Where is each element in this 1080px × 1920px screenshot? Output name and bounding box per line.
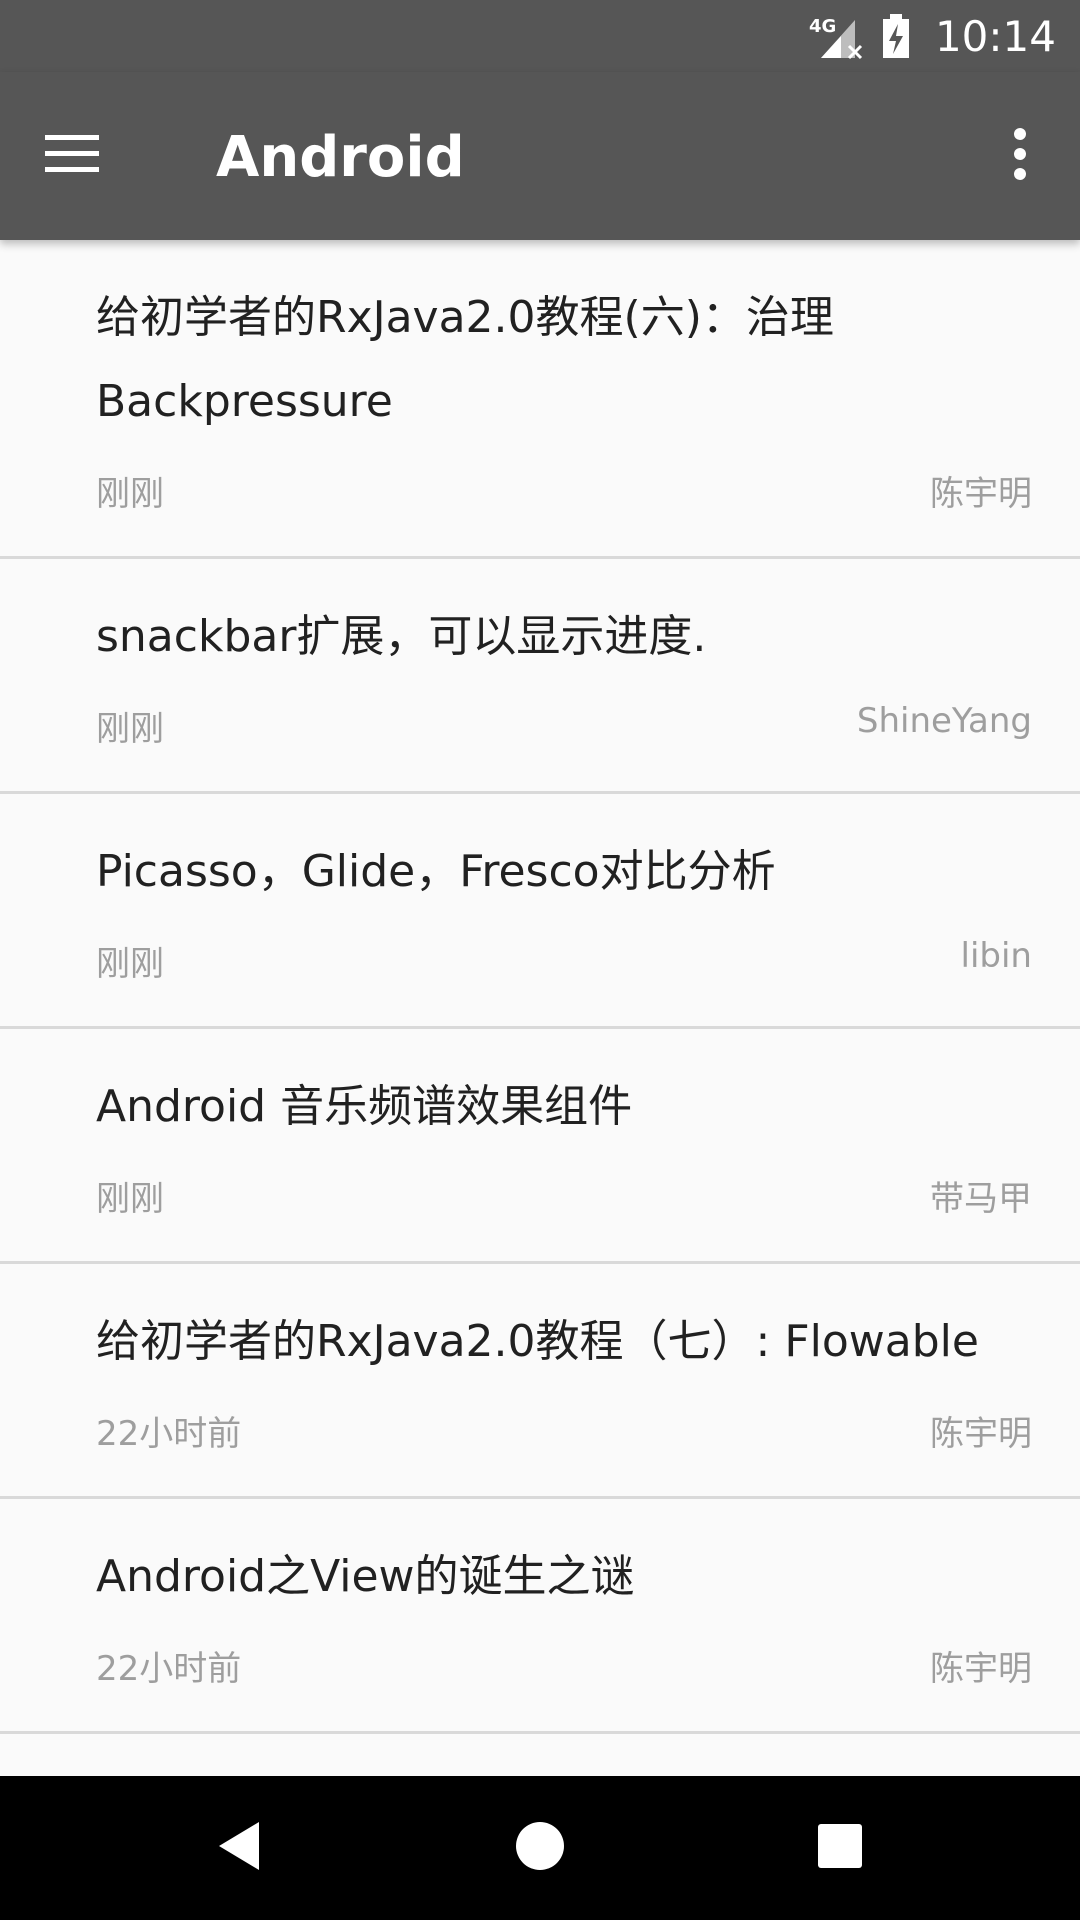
status-icons: 4G 10:14: [807, 0, 1056, 72]
article-title: 给初学者的RxJava2.0教程（七）: Flowable: [96, 1316, 979, 1367]
article-title: 给初学者的RxJava2.0教程(六)：治理Backpressure: [96, 292, 834, 427]
article-time: 刚刚: [96, 944, 164, 984]
list-item[interactable]: Android 音乐频谱效果组件 刚刚 带马甲: [0, 1029, 1080, 1264]
article-author: 带马甲: [930, 1179, 1032, 1219]
signal-4g-icon: 4G: [807, 12, 867, 60]
back-triangle-icon: [215, 1820, 265, 1876]
article-title: snackbar扩展，可以显示进度.: [96, 611, 707, 662]
status-time: 10:14: [934, 11, 1056, 61]
article-time: 刚刚: [96, 1179, 164, 1219]
app-title: Android: [216, 125, 465, 190]
list-item[interactable]: 给初学者的RxJava2.0教程（七）: Flowable 22小时前 陈宇明: [0, 1264, 1080, 1499]
recents-square-icon: [817, 1823, 863, 1873]
menu-button[interactable]: [24, 108, 120, 204]
recents-button[interactable]: [780, 1800, 900, 1896]
list-item[interactable]: Picasso，Glide，Fresco对比分析 刚刚 libin: [0, 794, 1080, 1029]
status-bar: 4G 10:14: [0, 0, 1080, 72]
home-button[interactable]: [480, 1800, 600, 1896]
back-button[interactable]: [180, 1800, 300, 1896]
list-item[interactable]: 给初学者的RxJava2.0教程(六)：治理Backpressure 刚刚 陈宇…: [0, 240, 1080, 559]
article-list: 给初学者的RxJava2.0教程(六)：治理Backpressure 刚刚 陈宇…: [0, 240, 1080, 1776]
article-author: 陈宇明: [930, 1414, 1032, 1454]
home-circle-icon: [514, 1820, 566, 1876]
article-author: libin: [960, 936, 1032, 976]
article-author: ShineYang: [856, 701, 1032, 741]
article-time: 22小时前: [96, 1414, 242, 1454]
svg-text:4G: 4G: [809, 16, 836, 37]
hamburger-menu-icon: [42, 132, 102, 180]
article-title: Android 音乐频谱效果组件: [96, 1081, 633, 1132]
list-item[interactable]: snackbar扩展，可以显示进度. 刚刚 ShineYang: [0, 559, 1080, 794]
navigation-bar: [0, 1776, 1080, 1920]
article-title: Android之View的诞生之谜: [96, 1551, 635, 1602]
battery-charging-icon: [881, 12, 911, 60]
list-item[interactable]: Android之View的诞生之谜 22小时前 陈宇明: [0, 1499, 1080, 1734]
article-time: 22小时前: [96, 1649, 242, 1689]
article-time: 刚刚: [96, 709, 164, 749]
article-author: 陈宇明: [930, 474, 1032, 514]
app-bar: Android: [0, 72, 1080, 240]
article-time: 刚刚: [96, 474, 164, 514]
more-vert-icon: [1012, 127, 1028, 185]
article-author: 陈宇明: [930, 1649, 1032, 1689]
overflow-menu-button[interactable]: [972, 108, 1068, 204]
article-title: Picasso，Glide，Fresco对比分析: [96, 846, 776, 897]
